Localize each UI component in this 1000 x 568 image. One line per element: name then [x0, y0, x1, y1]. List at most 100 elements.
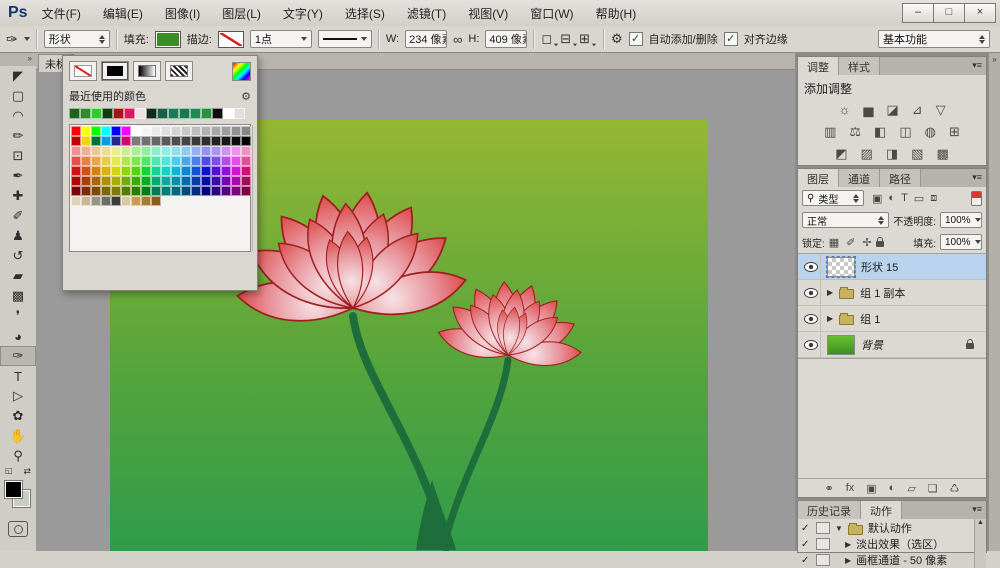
- color-swatch[interactable]: [211, 186, 221, 196]
- color-swatch[interactable]: [81, 146, 91, 156]
- color-swatch[interactable]: [191, 186, 201, 196]
- history-brush-tool[interactable]: ↺: [0, 246, 36, 266]
- color-swatch[interactable]: [131, 156, 141, 166]
- color-swatch[interactable]: [131, 136, 141, 146]
- color-swatch[interactable]: [91, 156, 101, 166]
- delete-layer-icon[interactable]: ♺: [950, 482, 960, 495]
- color-swatch[interactable]: [171, 126, 181, 136]
- color-swatch[interactable]: [221, 156, 231, 166]
- color-swatch[interactable]: [101, 156, 111, 166]
- color-swatch[interactable]: [101, 126, 111, 136]
- visibility-toggle[interactable]: [802, 280, 821, 305]
- color-swatch[interactable]: [71, 176, 81, 186]
- gradient-button[interactable]: [133, 61, 161, 81]
- layers-tab-1[interactable]: 通道: [839, 169, 880, 187]
- picker-gear-icon[interactable]: ⚙: [241, 90, 251, 103]
- color-picker-button[interactable]: [232, 62, 251, 81]
- color-swatch[interactable]: [141, 166, 151, 176]
- black-white-icon[interactable]: ◧: [874, 124, 886, 140]
- new-layer-icon[interactable]: ❏: [928, 482, 938, 495]
- hue-saturation-icon[interactable]: ▥: [824, 124, 836, 140]
- color-swatch[interactable]: [151, 186, 161, 196]
- layers-tab-0[interactable]: 图层: [798, 169, 839, 187]
- quick-selection-tool[interactable]: ✏: [0, 126, 36, 146]
- color-swatch[interactable]: [151, 176, 161, 186]
- color-swatch[interactable]: [111, 186, 121, 196]
- color-swatch[interactable]: [211, 166, 221, 176]
- layers-panel-menu-icon[interactable]: ▾≡: [972, 172, 982, 183]
- color-swatch[interactable]: [221, 136, 231, 146]
- color-swatch[interactable]: [81, 126, 91, 136]
- marquee-tool[interactable]: ▢: [0, 86, 36, 106]
- color-swatch[interactable]: [191, 176, 201, 186]
- height-input[interactable]: 409 像素: [485, 30, 527, 48]
- color-swatch[interactable]: [81, 166, 91, 176]
- color-swatch[interactable]: [161, 126, 171, 136]
- color-swatch[interactable]: [157, 108, 168, 119]
- action-check-icon[interactable]: ✓: [801, 539, 811, 550]
- color-swatch[interactable]: [121, 156, 131, 166]
- action-row[interactable]: ✓ ▶ 画框通道 - 50 像素: [798, 552, 986, 568]
- adjustments-panel-menu-icon[interactable]: ▾≡: [972, 60, 982, 71]
- color-swatch[interactable]: [201, 126, 211, 136]
- color-swatch[interactable]: [241, 126, 251, 136]
- type-tool[interactable]: T: [0, 366, 36, 386]
- color-swatch[interactable]: [91, 176, 101, 186]
- layer-style-icon[interactable]: fx: [846, 482, 855, 494]
- color-swatch[interactable]: [71, 186, 81, 196]
- action-name[interactable]: 淡出效果（选区）: [856, 536, 944, 552]
- menu-item-9[interactable]: 帮助(H): [596, 5, 637, 22]
- color-swatch[interactable]: [161, 176, 171, 186]
- vibrance-icon[interactable]: ▽: [936, 102, 946, 118]
- color-swatch[interactable]: [101, 176, 111, 186]
- path-alignment-icon[interactable]: ⊟: [560, 31, 571, 47]
- filter-type-icon[interactable]: T: [901, 192, 908, 205]
- color-swatch[interactable]: [179, 108, 190, 119]
- link-layers-icon[interactable]: ⚭: [824, 482, 833, 495]
- color-swatch[interactable]: [241, 186, 251, 196]
- layer-row[interactable]: ▶组 1 副本: [798, 280, 986, 306]
- path-arrange-icon[interactable]: ⊞: [579, 31, 590, 47]
- close-button[interactable]: ×: [964, 3, 996, 23]
- color-swatch[interactable]: [141, 176, 151, 186]
- color-swatch[interactable]: [234, 108, 245, 119]
- color-swatch[interactable]: [101, 196, 111, 206]
- color-swatch[interactable]: [71, 136, 81, 146]
- menu-item-0[interactable]: 文件(F): [42, 5, 81, 22]
- filter-shape-icon[interactable]: ▭: [914, 192, 924, 205]
- blur-tool[interactable]: ❜: [0, 306, 36, 326]
- color-swatch[interactable]: [161, 186, 171, 196]
- filter-smart-icon[interactable]: ⧈: [930, 192, 937, 205]
- color-swatch[interactable]: [231, 156, 241, 166]
- color-swatch[interactable]: [181, 136, 191, 146]
- layer-name[interactable]: 背景: [861, 337, 883, 353]
- color-swatch[interactable]: [211, 126, 221, 136]
- auto-add-delete-checkbox[interactable]: ✓: [629, 32, 643, 46]
- color-swatch[interactable]: [231, 126, 241, 136]
- color-swatch[interactable]: [221, 186, 231, 196]
- zoom-tool[interactable]: ⚲: [0, 446, 36, 466]
- color-swatch[interactable]: [141, 186, 151, 196]
- color-swatch[interactable]: [91, 146, 101, 156]
- eraser-tool[interactable]: ▰: [0, 266, 36, 286]
- color-swatch[interactable]: [161, 156, 171, 166]
- color-swatch[interactable]: [81, 156, 91, 166]
- color-swatch[interactable]: [141, 146, 151, 156]
- tool-mode-select[interactable]: 形状: [44, 30, 110, 48]
- workspace-select[interactable]: 基本功能: [878, 30, 990, 48]
- color-swatch[interactable]: [201, 156, 211, 166]
- no-color-button[interactable]: [69, 61, 97, 81]
- menu-item-3[interactable]: 图层(L): [222, 5, 261, 22]
- brush-tool[interactable]: ✐: [0, 206, 36, 226]
- color-swatch[interactable]: [241, 176, 251, 186]
- layer-thumbnail[interactable]: [827, 335, 855, 355]
- invert-icon[interactable]: ◩: [835, 146, 847, 162]
- color-swatch[interactable]: [135, 108, 146, 119]
- color-swatch[interactable]: [81, 176, 91, 186]
- action-row[interactable]: ✓ ▶ 淡出效果（选区）: [798, 536, 986, 552]
- pen-tool[interactable]: ✑: [0, 346, 36, 366]
- color-swatch[interactable]: [151, 156, 161, 166]
- color-swatch[interactable]: [151, 136, 161, 146]
- visibility-toggle[interactable]: [802, 254, 821, 279]
- color-swatch[interactable]: [81, 196, 91, 206]
